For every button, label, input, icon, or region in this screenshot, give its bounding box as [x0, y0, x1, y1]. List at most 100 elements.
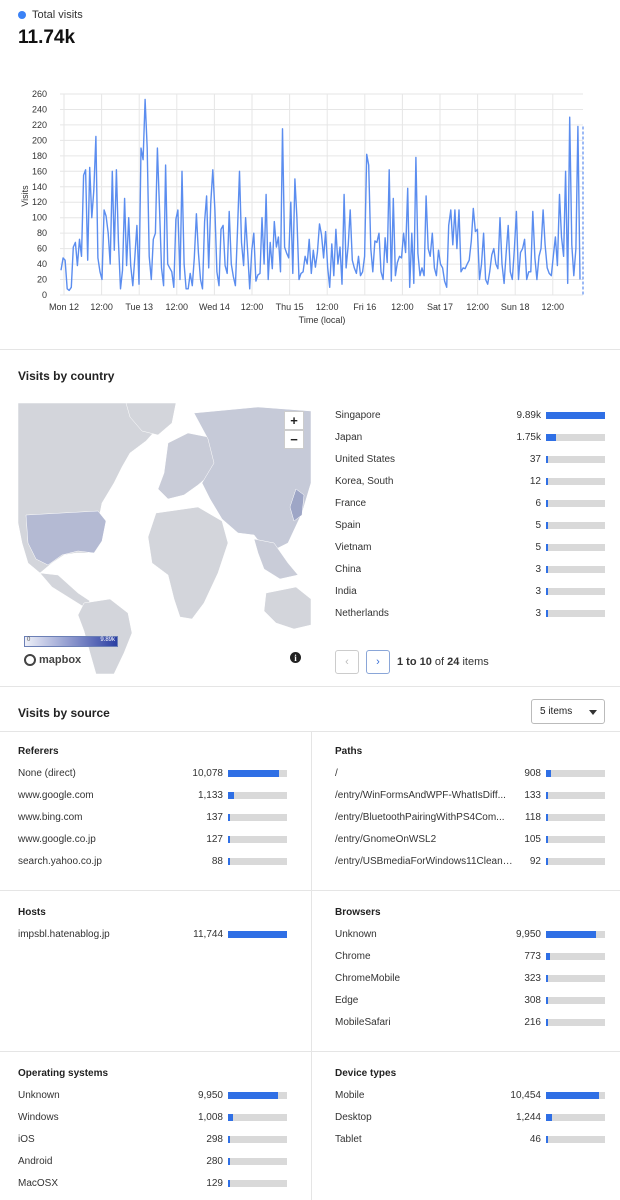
y-tick-label: 60 [37, 244, 47, 254]
australia-shape [263, 586, 311, 630]
os-row[interactable]: iOS 298 [18, 1132, 287, 1146]
zoom-in-button[interactable]: + [284, 411, 304, 430]
country-row-bar-fill [546, 610, 548, 617]
country-row[interactable]: China 3 [335, 562, 605, 576]
x-tick-label: 12:00 [166, 302, 189, 312]
world-map-svg [18, 403, 311, 674]
os-row-bar [228, 1180, 287, 1187]
usa-shape [25, 510, 107, 566]
device-row-bar-fill [546, 1114, 553, 1121]
total-visits-value: 11.74k [18, 27, 76, 48]
referer-row-bar-fill [228, 814, 230, 821]
device-row-value: 10,454 [510, 1089, 541, 1101]
os-row[interactable]: Windows 1,008 [18, 1110, 287, 1124]
x-tick-label: Sat 17 [427, 302, 453, 312]
referer-row[interactable]: None (direct) 10,078 [18, 766, 287, 780]
next-page-button[interactable]: › [366, 650, 390, 674]
referers-title: Referers [18, 746, 59, 757]
hosts-title: Hosts [18, 907, 46, 918]
zoom-out-button[interactable]: − [284, 430, 304, 449]
country-section-title: Visits by country [18, 369, 115, 383]
path-row[interactable]: /entry/USBmediaForWindows11Cleanl... 92 [335, 854, 605, 868]
path-row[interactable]: /entry/WinFormsAndWPF-WhatIsDiff... 133 [335, 788, 605, 802]
os-row[interactable]: Android 280 [18, 1154, 287, 1168]
section-divider [0, 349, 620, 350]
mapbox-text: mapbox [39, 654, 82, 666]
legend-dot-icon [18, 11, 26, 19]
country-row[interactable]: Vietnam 5 [335, 540, 605, 554]
referer-row[interactable]: www.google.co.jp 127 [18, 832, 287, 846]
browser-row-value: 308 [524, 994, 541, 1006]
country-row[interactable]: Spain 5 [335, 518, 605, 532]
x-tick-label: 12:00 [90, 302, 113, 312]
referer-row-bar [228, 836, 287, 843]
browser-row-bar-fill [546, 953, 550, 960]
country-row-bar [546, 588, 605, 595]
mapbox-logo[interactable]: mapbox [24, 654, 81, 666]
info-icon[interactable]: i [290, 652, 301, 663]
referer-row[interactable]: www.google.com 1,133 [18, 788, 287, 802]
country-row[interactable]: Singapore 9.89k [335, 408, 605, 422]
referer-row[interactable]: www.bing.com 137 [18, 810, 287, 824]
path-row-value: 133 [524, 789, 541, 801]
path-row-bar [546, 836, 605, 843]
referer-row[interactable]: search.yahoo.co.jp 88 [18, 854, 287, 868]
source-section-title: Visits by source [18, 706, 110, 720]
country-row-bar [546, 500, 605, 507]
path-row[interactable]: /908 [335, 766, 605, 780]
device-row[interactable]: Desktop 1,244 [335, 1110, 605, 1124]
x-axis-label: Time (local) [299, 315, 346, 325]
country-row[interactable]: Netherlands 3 [335, 606, 605, 620]
browser-row[interactable]: Edge 308 [335, 993, 605, 1007]
host-row[interactable]: impsbl.hatenablog.jp 11,744 [18, 927, 287, 941]
referer-row-bar [228, 770, 287, 777]
section-divider [0, 1051, 620, 1052]
path-row-bar-fill [546, 858, 548, 865]
x-tick-label: Wed 14 [199, 302, 230, 312]
x-tick-label: 12:00 [466, 302, 489, 312]
items-count-select[interactable]: 5 items [531, 699, 605, 724]
paths-title: Paths [335, 746, 363, 757]
os-row-bar-fill [228, 1136, 230, 1143]
x-tick-label: Tue 13 [125, 302, 153, 312]
browser-row[interactable]: Chrome 773 [335, 949, 605, 963]
referer-row-value: 137 [206, 811, 223, 823]
y-tick-label: 20 [37, 275, 47, 285]
x-tick-label: 12:00 [542, 302, 565, 312]
path-row[interactable]: /entry/BluetoothPairingWithPS4Com... 118 [335, 810, 605, 824]
country-row[interactable]: Korea, South 12 [335, 474, 605, 488]
country-row[interactable]: United States 37 [335, 452, 605, 466]
browser-row[interactable]: Unknown 9,950 [335, 927, 605, 941]
path-row-value: 908 [524, 767, 541, 779]
country-row-value: 5 [535, 519, 541, 531]
host-row-value: 11,744 [193, 928, 223, 940]
world-map[interactable] [18, 403, 311, 674]
visits-line-chart[interactable]: 0 20 40 60 80 100 120 140 160 180 200 220 240 260 Mon … [0, 80, 620, 330]
os-row[interactable]: Unknown 9,950 [18, 1088, 287, 1102]
os-row[interactable]: MacOSX 129 [18, 1176, 287, 1190]
country-row[interactable]: India 3 [335, 584, 605, 598]
device-row[interactable]: Tablet 46 [335, 1132, 605, 1146]
chart-legend[interactable]: Total visits [18, 9, 83, 21]
pagination-total: 24 [447, 656, 460, 668]
browsers-title: Browsers [335, 907, 381, 918]
country-row[interactable]: France 6 [335, 496, 605, 510]
browser-row-bar [546, 931, 605, 938]
device-row-value: 1,244 [515, 1111, 541, 1123]
browser-row[interactable]: ChromeMobile 323 [335, 971, 605, 985]
browser-row-bar [546, 953, 605, 960]
africa-shape [147, 506, 229, 620]
prev-page-button[interactable]: ‹ [335, 650, 359, 674]
path-row[interactable]: /entry/GnomeOnWSL2 105 [335, 832, 605, 846]
country-row[interactable]: Japan 1.75k [335, 430, 605, 444]
device-row-value: 46 [529, 1133, 541, 1145]
country-row-bar [546, 412, 605, 419]
y-axis-label: Visits [20, 185, 30, 207]
browser-row[interactable]: MobileSafari 216 [335, 1015, 605, 1029]
y-tick-label: 140 [32, 182, 47, 192]
country-row-bar-fill [546, 412, 605, 419]
map-color-scale: 0 9.89k [24, 636, 118, 647]
country-row-bar-fill [546, 588, 548, 595]
y-tick-label: 80 [37, 228, 47, 238]
device-row[interactable]: Mobile 10,454 [335, 1088, 605, 1102]
